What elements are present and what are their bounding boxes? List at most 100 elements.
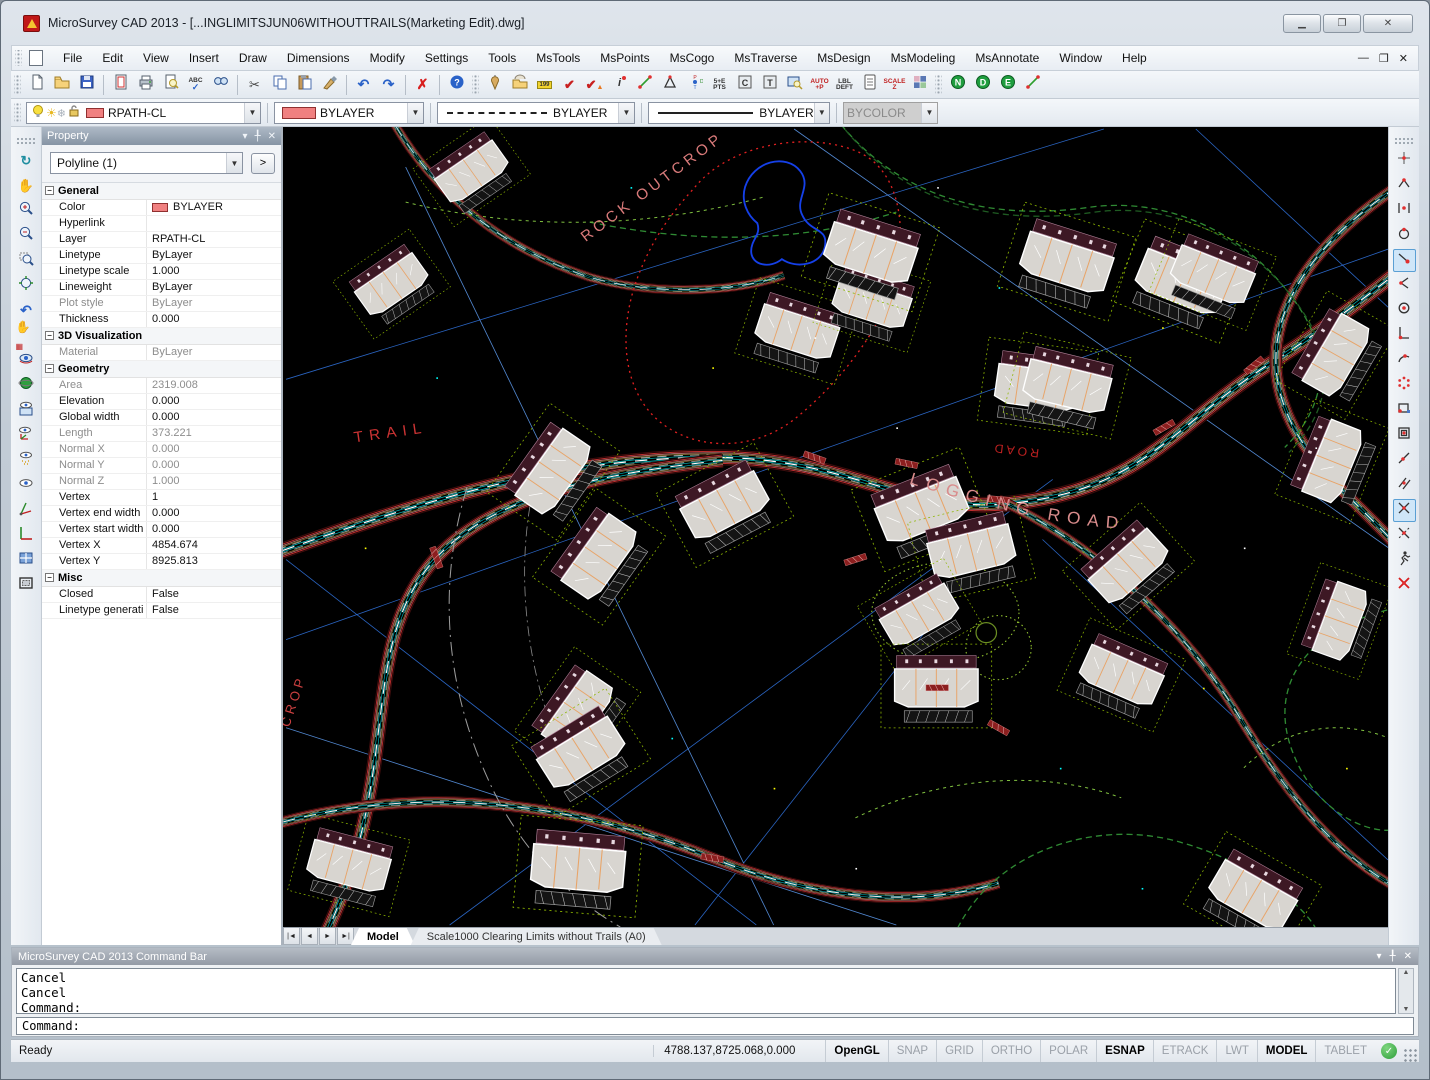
property-value[interactable]: 8925.813 <box>146 554 281 569</box>
snap-perpendicular-button[interactable] <box>1393 324 1416 347</box>
viewports-button[interactable] <box>15 549 38 572</box>
collapse-icon[interactable]: − <box>45 364 54 373</box>
menu-msmodeling[interactable]: MsModeling <box>881 48 966 68</box>
view-toolbar-grip[interactable] <box>16 137 37 144</box>
minimize-button[interactable]: ▁ <box>1283 14 1321 33</box>
smart-draw-button[interactable] <box>508 73 531 96</box>
menu-dimensions[interactable]: Dimensions <box>277 48 360 68</box>
snap-quick-button[interactable] <box>1393 549 1416 572</box>
property-value[interactable]: 1.000 <box>146 474 281 489</box>
snap-insert-button[interactable] <box>1393 399 1416 422</box>
status-toggle-grid[interactable]: GRID <box>936 1040 982 1062</box>
pan-button[interactable]: ✋ <box>15 174 38 197</box>
sheet-tab-layout[interactable]: Scale1000 Clearing Limits without Trails… <box>411 928 662 945</box>
property-section-3d-visualization[interactable]: −3D Visualization <box>42 328 281 345</box>
snap-tangent-button[interactable] <box>1393 349 1416 372</box>
status-toggle-opengl[interactable]: OpenGL <box>825 1040 887 1062</box>
property-value[interactable]: 4854.674 <box>146 538 281 553</box>
match-properties-button[interactable] <box>318 73 341 96</box>
property-value[interactable]: 0.000 <box>146 312 281 327</box>
property-value[interactable]: ByLayer <box>146 280 281 295</box>
mdi-close-button[interactable]: ✕ <box>1399 52 1408 65</box>
property-section-general[interactable]: −General <box>42 183 281 200</box>
snap-insertion-button[interactable] <box>1393 424 1416 447</box>
menu-file[interactable]: File <box>53 48 92 68</box>
status-toggle-snap[interactable]: SNAP <box>888 1040 936 1062</box>
document-icon[interactable] <box>29 50 43 66</box>
menu-view[interactable]: View <box>133 48 179 68</box>
layer-on-icon[interactable] <box>30 103 46 122</box>
draw-line-button[interactable] <box>633 73 656 96</box>
linetype-combo-arrow[interactable]: ▼ <box>618 103 634 123</box>
menu-mspoints[interactable]: MsPoints <box>590 48 659 68</box>
snap-parallel-button[interactable] <box>1393 474 1416 497</box>
selection-combo[interactable]: Polyline (1) ▼ <box>50 152 243 174</box>
status-toggle-polar[interactable]: POLAR <box>1040 1040 1096 1062</box>
point-info-button[interactable]: i <box>608 73 631 96</box>
property-value[interactable]: ByLayer <box>146 296 281 311</box>
property-value[interactable]: 0.000 <box>146 458 281 473</box>
mdi-minimize-button[interactable]: — <box>1358 52 1369 65</box>
property-value[interactable]: 0.000 <box>146 394 281 409</box>
curve-t-button[interactable]: T <box>758 73 781 96</box>
format-toolbar-grip[interactable] <box>14 103 21 122</box>
command-bar-header[interactable]: MicroSurvey CAD 2013 Command Bar ▾ ╀ ✕ <box>12 948 1418 965</box>
paste-button[interactable] <box>293 73 316 96</box>
zoom-extents-button[interactable] <box>15 274 38 297</box>
menu-mscogo[interactable]: MsCogo <box>660 48 725 68</box>
status-toggle-ortho[interactable]: ORTHO <box>982 1040 1040 1062</box>
menu-help[interactable]: Help <box>1112 48 1157 68</box>
property-value[interactable]: 0.000 <box>146 410 281 425</box>
undo-button[interactable]: ↶ <box>352 73 375 96</box>
snap-endpoint-entity-button[interactable] <box>1393 249 1416 272</box>
viewport-single-button[interactable] <box>15 574 38 597</box>
pan-point-button[interactable]: ✋▦ <box>15 324 38 347</box>
collapse-icon[interactable]: − <box>45 331 54 340</box>
first-sheet-button[interactable]: |◄ <box>283 928 300 945</box>
osnap-toolbar-grip[interactable] <box>1394 137 1415 144</box>
store-points-button[interactable]: 5+EPTS <box>708 73 731 96</box>
zoom-points-button[interactable] <box>783 73 806 96</box>
print-button[interactable] <box>134 73 157 96</box>
last-sheet-button[interactable]: ►| <box>337 928 354 945</box>
close-button[interactable]: ✕ <box>1363 14 1413 33</box>
orbit-3d-button[interactable] <box>15 374 38 397</box>
menu-msdesign[interactable]: MsDesign <box>807 48 880 68</box>
coordinate-display[interactable]: 4788.137,8725.068,0.000 <box>653 1045 825 1057</box>
angle-tool-button[interactable] <box>658 73 681 96</box>
snap-node-button[interactable] <box>1393 374 1416 397</box>
status-toggle-lwt[interactable]: LWT <box>1216 1040 1256 1062</box>
ucs-world-button[interactable] <box>15 524 38 547</box>
redo-button[interactable]: ↷ <box>377 73 400 96</box>
circle-d-button[interactable]: D <box>971 73 994 96</box>
title-bar[interactable]: MicroSurvey CAD 2013 - [...INGLIMITSJUN0… <box>11 8 1419 38</box>
property-menu-icon[interactable]: ▾ <box>243 131 248 142</box>
property-close-icon[interactable]: ✕ <box>268 131 276 142</box>
point-pdt-button[interactable]: PDT <box>683 73 706 96</box>
menu-mstools[interactable]: MsTools <box>526 48 590 68</box>
property-value[interactable] <box>146 216 281 231</box>
property-value[interactable]: 1.000 <box>146 264 281 279</box>
property-value[interactable]: RPATH-CL <box>146 232 281 247</box>
ms-toolbar-grip[interactable] <box>472 75 479 94</box>
label-defaults-button[interactable]: LBLDEFT <box>833 73 856 96</box>
nde-line-button[interactable] <box>1021 73 1044 96</box>
snap-center-button[interactable] <box>1393 299 1416 322</box>
property-section-misc[interactable]: −Misc <box>42 570 281 587</box>
snap-intersection-button[interactable] <box>1393 499 1416 522</box>
color-combo-arrow[interactable]: ▼ <box>407 103 423 123</box>
menu-mstraverse[interactable]: MsTraverse <box>724 48 807 68</box>
property-value[interactable]: 373.221 <box>146 426 281 441</box>
spell-check-button[interactable]: ABC✓ <box>184 73 207 96</box>
snap-point-button[interactable] <box>1393 149 1416 172</box>
open-file-button[interactable] <box>50 73 73 96</box>
property-pin-icon[interactable]: ╀ <box>255 131 261 142</box>
property-value[interactable]: False <box>146 603 281 618</box>
menu-edit[interactable]: Edit <box>92 48 133 68</box>
property-value[interactable]: 2319.008 <box>146 378 281 393</box>
command-history-scrollbar[interactable]: ▲▼ <box>1398 968 1414 1014</box>
layer-thaw-icon[interactable]: ☀ <box>46 106 57 120</box>
scale-z-button[interactable]: SCALEZ <box>883 73 906 96</box>
standard-toolbar-grip[interactable] <box>14 75 21 94</box>
linetype-combo[interactable]: BYLAYER ▼ <box>437 102 635 124</box>
